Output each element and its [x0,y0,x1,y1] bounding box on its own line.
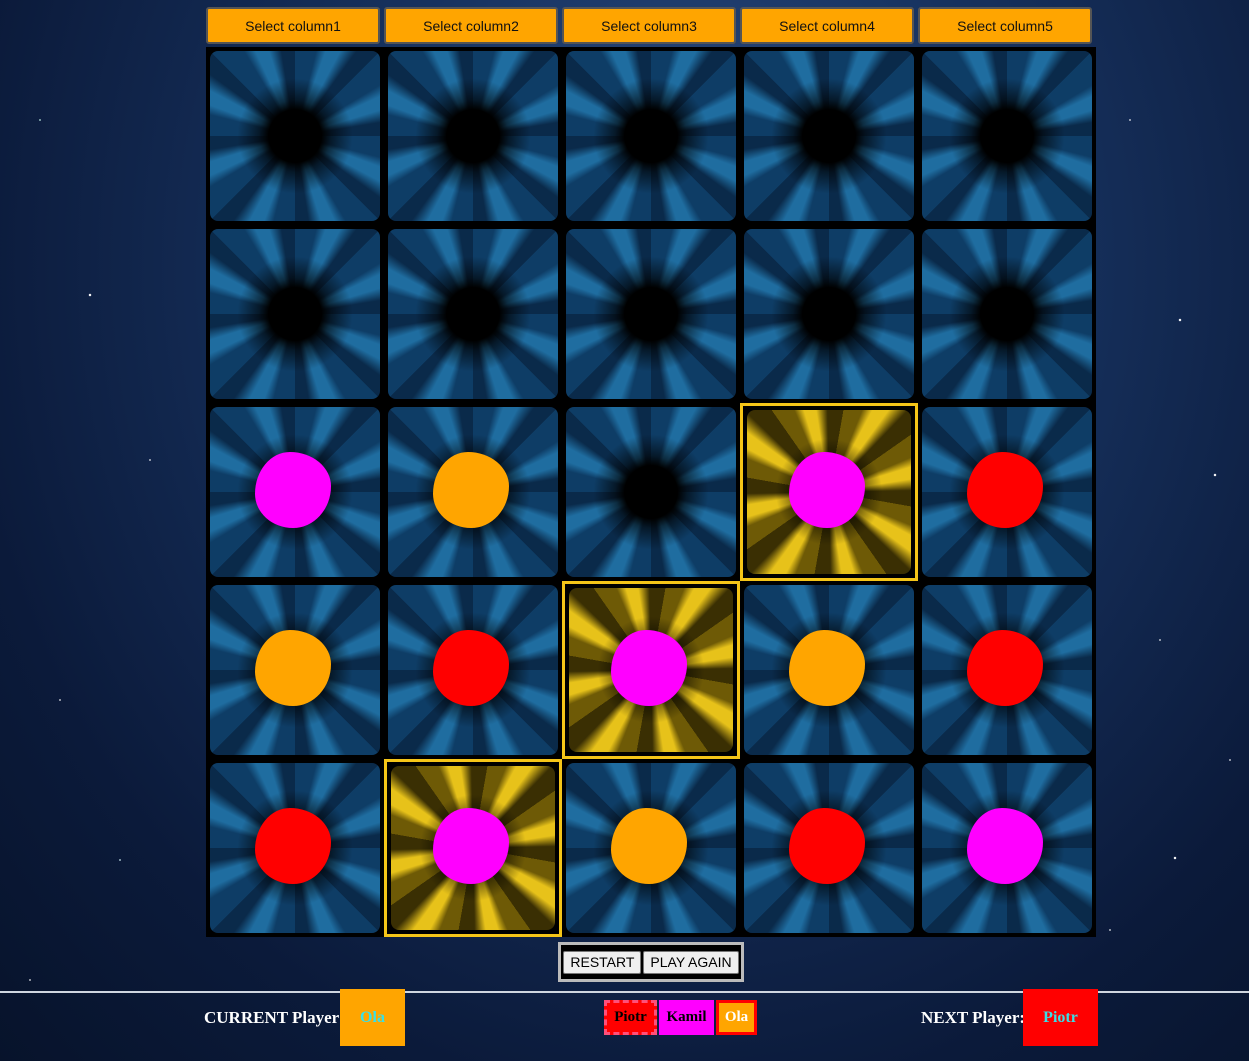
board-cell[interactable] [206,47,384,225]
board-cell[interactable] [384,759,562,937]
vortex-slot [566,51,736,221]
select-column-2-button[interactable]: Select column2 [384,7,558,44]
vortex-slot [210,229,380,399]
current-player-label: CURRENT Player: [204,1008,345,1027]
next-player-label: NEXT Player: [921,1008,1026,1027]
next-player-name: Piotr [1043,1008,1078,1026]
current-player-box: Ola [340,989,405,1046]
board-cell[interactable] [918,225,1096,403]
game-board [206,47,1096,937]
vortex-slot [388,229,558,399]
board-cell[interactable] [740,47,918,225]
column-select-bar: Select column1 Select column2 Select col… [206,7,1096,46]
board-cell[interactable] [740,403,918,581]
next-player-box: Piotr [1023,989,1098,1046]
player-chip-label: Ola [724,1009,749,1025]
current-player-name: Ola [360,1008,385,1026]
select-column-1-button[interactable]: Select column1 [206,7,380,44]
select-column-3-button[interactable]: Select column3 [562,7,736,44]
board-cell[interactable] [740,225,918,403]
board-cell[interactable] [562,47,740,225]
player-list: Piotr Kamil Ola [604,1000,757,1035]
board-cell[interactable] [918,403,1096,581]
vortex-slot [388,51,558,221]
board-cell[interactable] [384,47,562,225]
player-chip-label: Kamil [666,1009,707,1025]
board-cell[interactable] [562,581,740,759]
vortex-slot [922,229,1092,399]
board-cell[interactable] [206,403,384,581]
vortex-slot [566,229,736,399]
player-chip-ola: Ola [716,1000,757,1035]
select-column-5-button[interactable]: Select column5 [918,7,1092,44]
player-chip-kamil: Kamil [659,1000,714,1035]
vortex-slot [566,407,736,577]
board-cell[interactable] [918,581,1096,759]
board-cell[interactable] [918,759,1096,937]
board-cell[interactable] [206,581,384,759]
board-cell[interactable] [562,403,740,581]
player-chip-piotr: Piotr [604,1000,657,1035]
play-again-button[interactable]: PLAY AGAIN [643,950,739,974]
vortex-slot [210,51,380,221]
board-cell[interactable] [740,581,918,759]
board-cell[interactable] [206,759,384,937]
game-controls: RESTART PLAY AGAIN [558,942,744,982]
board-cell[interactable] [384,581,562,759]
vortex-slot [744,229,914,399]
board-cell[interactable] [384,225,562,403]
board-cell[interactable] [562,225,740,403]
board-cell[interactable] [740,759,918,937]
player-chip-label: Piotr [614,1009,647,1025]
board-cell[interactable] [384,403,562,581]
vortex-slot [922,51,1092,221]
select-column-4-button[interactable]: Select column4 [740,7,914,44]
board-cell[interactable] [562,759,740,937]
restart-button[interactable]: RESTART [563,950,642,974]
board-cell[interactable] [918,47,1096,225]
vortex-slot [744,51,914,221]
board-cell[interactable] [206,225,384,403]
